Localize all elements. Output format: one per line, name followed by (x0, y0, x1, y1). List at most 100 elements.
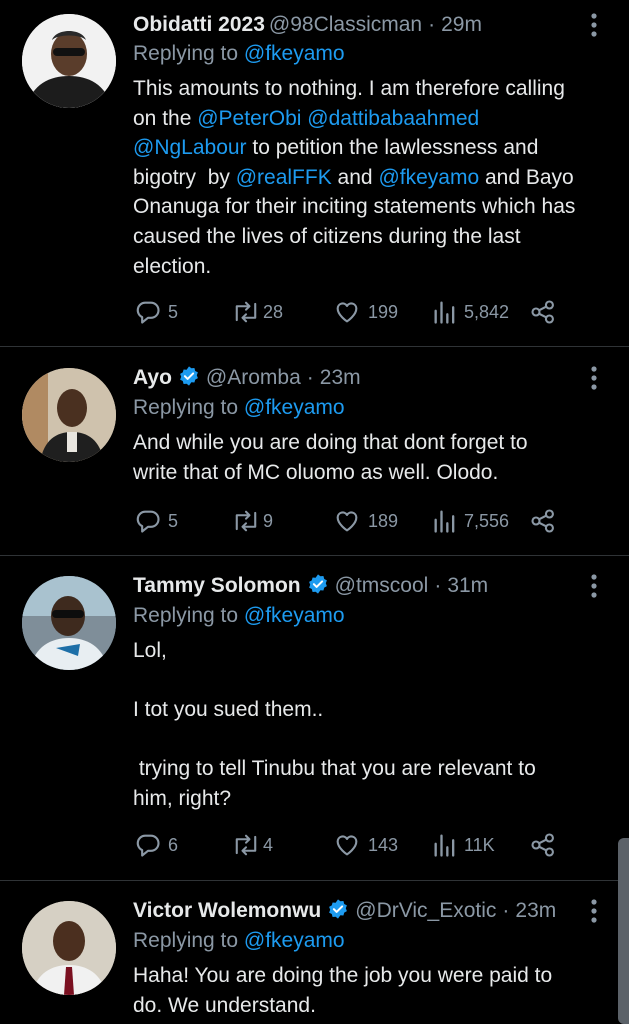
like-count: 199 (368, 301, 399, 322)
display-name[interactable]: Victor Wolemonwu (133, 899, 321, 922)
share-icon (531, 833, 554, 857)
heart-icon (336, 835, 358, 856)
like-button[interactable]: 189 (332, 503, 398, 539)
heart-icon (336, 511, 358, 532)
retweet-icon (235, 834, 257, 856)
tweet-text-line (133, 725, 603, 755)
scrollbar[interactable] (618, 838, 629, 1024)
like-button[interactable]: 199 (332, 294, 398, 330)
tweet-header: Tammy Solomon @tmscool · 31m (133, 569, 488, 603)
like-button[interactable]: 143 (332, 827, 398, 863)
more-options-icon[interactable] (584, 571, 604, 601)
replying-to-mention[interactable]: @fkeyamo (244, 929, 345, 952)
replying-to-label: Replying to (133, 396, 244, 419)
tweet-text-segment: and Bayo (479, 165, 574, 189)
display-name[interactable]: Ayo (133, 366, 172, 389)
timestamp[interactable]: 31m (447, 574, 488, 597)
share-icon (531, 509, 554, 533)
replying-to-label: Replying to (133, 42, 244, 65)
avatar[interactable] (22, 901, 116, 995)
retweet-icon (235, 510, 257, 532)
tweet-header: Obidatti 2023 @98Classicman · 29m (133, 8, 482, 42)
mention-link[interactable]: @fkeyamo (378, 166, 479, 189)
timestamp[interactable]: 29m (441, 13, 482, 36)
replying-to-label: Replying to (133, 929, 244, 952)
username[interactable]: @Aromba (206, 366, 301, 389)
tweet-text-line (133, 666, 603, 696)
retweet-button[interactable]: 28 (231, 294, 283, 330)
retweet-button[interactable]: 9 (231, 503, 273, 539)
views-button[interactable]: 11K (432, 827, 495, 863)
view-count: 5,842 (464, 301, 510, 322)
reply-button[interactable]: 5 (134, 294, 178, 330)
share-button[interactable] (529, 827, 557, 863)
replying-to: Replying to @fkeyamo (133, 42, 345, 66)
reply-icon (136, 834, 160, 857)
divider (0, 555, 629, 556)
reply-button[interactable]: 5 (134, 503, 178, 539)
tweet-actions: 5 28 199 5,842 (0, 294, 629, 330)
replying-to-mention[interactable]: @fkeyamo (244, 604, 345, 627)
replying-to-mention[interactable]: @fkeyamo (244, 396, 345, 419)
separator-dot: · (434, 574, 442, 597)
mention-link[interactable]: @NgLabour (133, 136, 247, 159)
tweet-text-line: Haha! You are doing the job you were pai… (133, 961, 603, 991)
avatar[interactable] (22, 576, 116, 670)
tweet-text-line: And while you are doing that dont forget… (133, 428, 603, 458)
reply-icon (136, 301, 160, 324)
retweet-icon (235, 301, 257, 323)
tweet-text-segment: I tot you sued them.. (133, 698, 324, 722)
retweet-count: 28 (263, 301, 284, 322)
tweet-text-segment: to petition the lawlessness and (246, 136, 539, 160)
mention-link[interactable]: @PeterObi (197, 107, 301, 130)
tweet-text-line: Onanuga for their inciting statements wh… (133, 192, 603, 222)
tweet-text-line: do. We understand. (133, 991, 603, 1021)
timestamp[interactable]: 23m (320, 366, 361, 389)
verified-badge-icon (329, 899, 348, 919)
tweet-text-line: caused the lives of citizens during the … (133, 222, 603, 252)
mention-link[interactable]: @dattibabaahmed (307, 107, 479, 130)
avatar[interactable] (22, 368, 116, 462)
tweet-text-line: trying to tell Tinubu that you are relev… (133, 754, 603, 784)
username[interactable]: @DrVic_Exotic (355, 899, 496, 922)
share-button[interactable] (529, 503, 557, 539)
reply-count: 6 (168, 834, 179, 855)
tweet-actions: 6 4 143 11K (0, 827, 629, 863)
mention-link[interactable]: @realFFK (236, 166, 332, 189)
display-name[interactable]: Tammy Solomon (133, 574, 301, 597)
reply-button[interactable]: 6 (134, 827, 178, 863)
tweet-header: Ayo @Aromba · 23m (133, 361, 361, 395)
views-button[interactable]: 7,556 (432, 503, 509, 539)
tweet-text-segment: And while you are doing that dont forget… (133, 431, 528, 454)
tweet-text-segment: This amounts to nothing. I am therefore … (133, 77, 565, 100)
verified-badge-icon (180, 366, 198, 386)
tweet-text: And while you are doing that dont forget… (133, 428, 603, 487)
tweet-text-line: Lol, (133, 636, 603, 666)
views-icon (434, 834, 455, 857)
replying-to-mention[interactable]: @fkeyamo (244, 42, 345, 65)
username[interactable]: @98Classicman (269, 13, 422, 36)
tweet-header: Victor Wolemonwu @DrVic_Exotic · 23m (133, 894, 556, 928)
tweet-text-line: on the @PeterObi @dattibabaahmed (133, 104, 603, 134)
views-icon (434, 301, 455, 324)
tweet-text: Lol, I tot you sued them.. trying to tell… (133, 636, 603, 814)
avatar[interactable] (22, 14, 116, 108)
views-button[interactable]: 5,842 (432, 294, 509, 330)
tweet-text-line: him, right? (133, 784, 603, 814)
username[interactable]: @tmscool (335, 574, 429, 597)
timestamp[interactable]: 23m (515, 899, 556, 922)
display-name[interactable]: Obidatti 2023 (133, 13, 265, 36)
divider (0, 346, 629, 347)
more-options-icon[interactable] (584, 10, 604, 40)
replying-to-label: Replying to (133, 604, 244, 627)
reply-count: 5 (168, 510, 179, 531)
share-button[interactable] (529, 294, 557, 330)
tweet-text: Haha! You are doing the job you were pai… (133, 961, 603, 1020)
more-options-icon[interactable] (584, 363, 604, 393)
tweet-text-line: bigotry by @realFFK and @fkeyamo and Bay… (133, 163, 603, 193)
retweet-button[interactable]: 4 (231, 827, 273, 863)
more-options-icon[interactable] (584, 896, 604, 926)
tweet-text-segment: trying to tell Tinubu that you are relev… (133, 757, 536, 781)
retweet-count: 4 (263, 834, 274, 855)
views-icon (434, 510, 455, 533)
